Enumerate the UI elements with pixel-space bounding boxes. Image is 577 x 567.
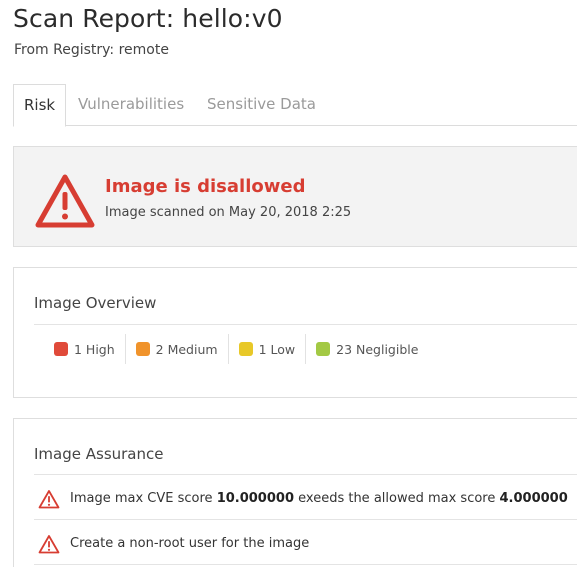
scan-timestamp: Image scanned on May 20, 2018 2:25 [105,205,352,220]
assurance-text: Create a non-root user for the image [70,536,310,551]
image-overview-panel: Image Overview 1 High 2 Medium 1 Low 23 … [13,267,577,398]
warning-triangle-icon [38,534,60,553]
tab-bar: Risk Vulnerabilities Sensitive Data [13,84,577,127]
severity-high-label: 1 High [74,341,115,357]
image-assurance-title: Image Assurance [34,445,164,463]
divider [34,324,577,325]
warning-triangle-icon [35,174,95,228]
page-subtitle: From Registry: remote [14,42,169,58]
severity-low[interactable]: 1 Low [227,334,306,364]
severity-high[interactable]: 1 High [44,334,125,364]
allowed-score-value: 4.000000 [499,491,568,506]
severity-negligible[interactable]: 23 Negligible [305,334,428,364]
divider [34,474,577,475]
image-overview-title: Image Overview [34,294,157,312]
warning-triangle-icon [38,489,60,508]
severity-negligible-swatch [316,342,331,356]
severity-low-label: 1 Low [258,341,296,357]
severity-medium[interactable]: 2 Medium [124,334,228,364]
severity-medium-label: 2 Medium [155,341,218,357]
divider [34,564,577,565]
severity-low-swatch [238,342,253,356]
cve-score-value: 10.000000 [216,491,294,506]
tab-risk[interactable]: Risk [13,84,67,127]
assurance-item: Image max CVE score 10.000000 exeeds the… [34,476,577,521]
assurance-item: Create a non-root user for the image [34,521,577,566]
divider [34,519,577,520]
image-assurance-panel: Image Assurance Image max CVE score 10.0… [13,418,577,567]
severity-high-swatch [54,342,68,356]
risk-panel: Image is disallowed Image scanned on May… [13,146,577,247]
page-title: Scan Report: hello:v0 [13,4,283,33]
assurance-text: Image max CVE score [70,491,217,506]
tab-sensitive-data[interactable]: Sensitive Data [207,84,316,126]
tab-vulnerabilities[interactable]: Vulnerabilities [78,84,184,126]
severity-medium-swatch [135,342,150,356]
severity-negligible-label: 23 Negligible [336,341,419,357]
severity-summary: 1 High 2 Medium 1 Low 23 Negligible [44,334,428,364]
risk-status-title: Image is disallowed [105,176,306,197]
assurance-text: exeeds the allowed max score [294,491,500,506]
